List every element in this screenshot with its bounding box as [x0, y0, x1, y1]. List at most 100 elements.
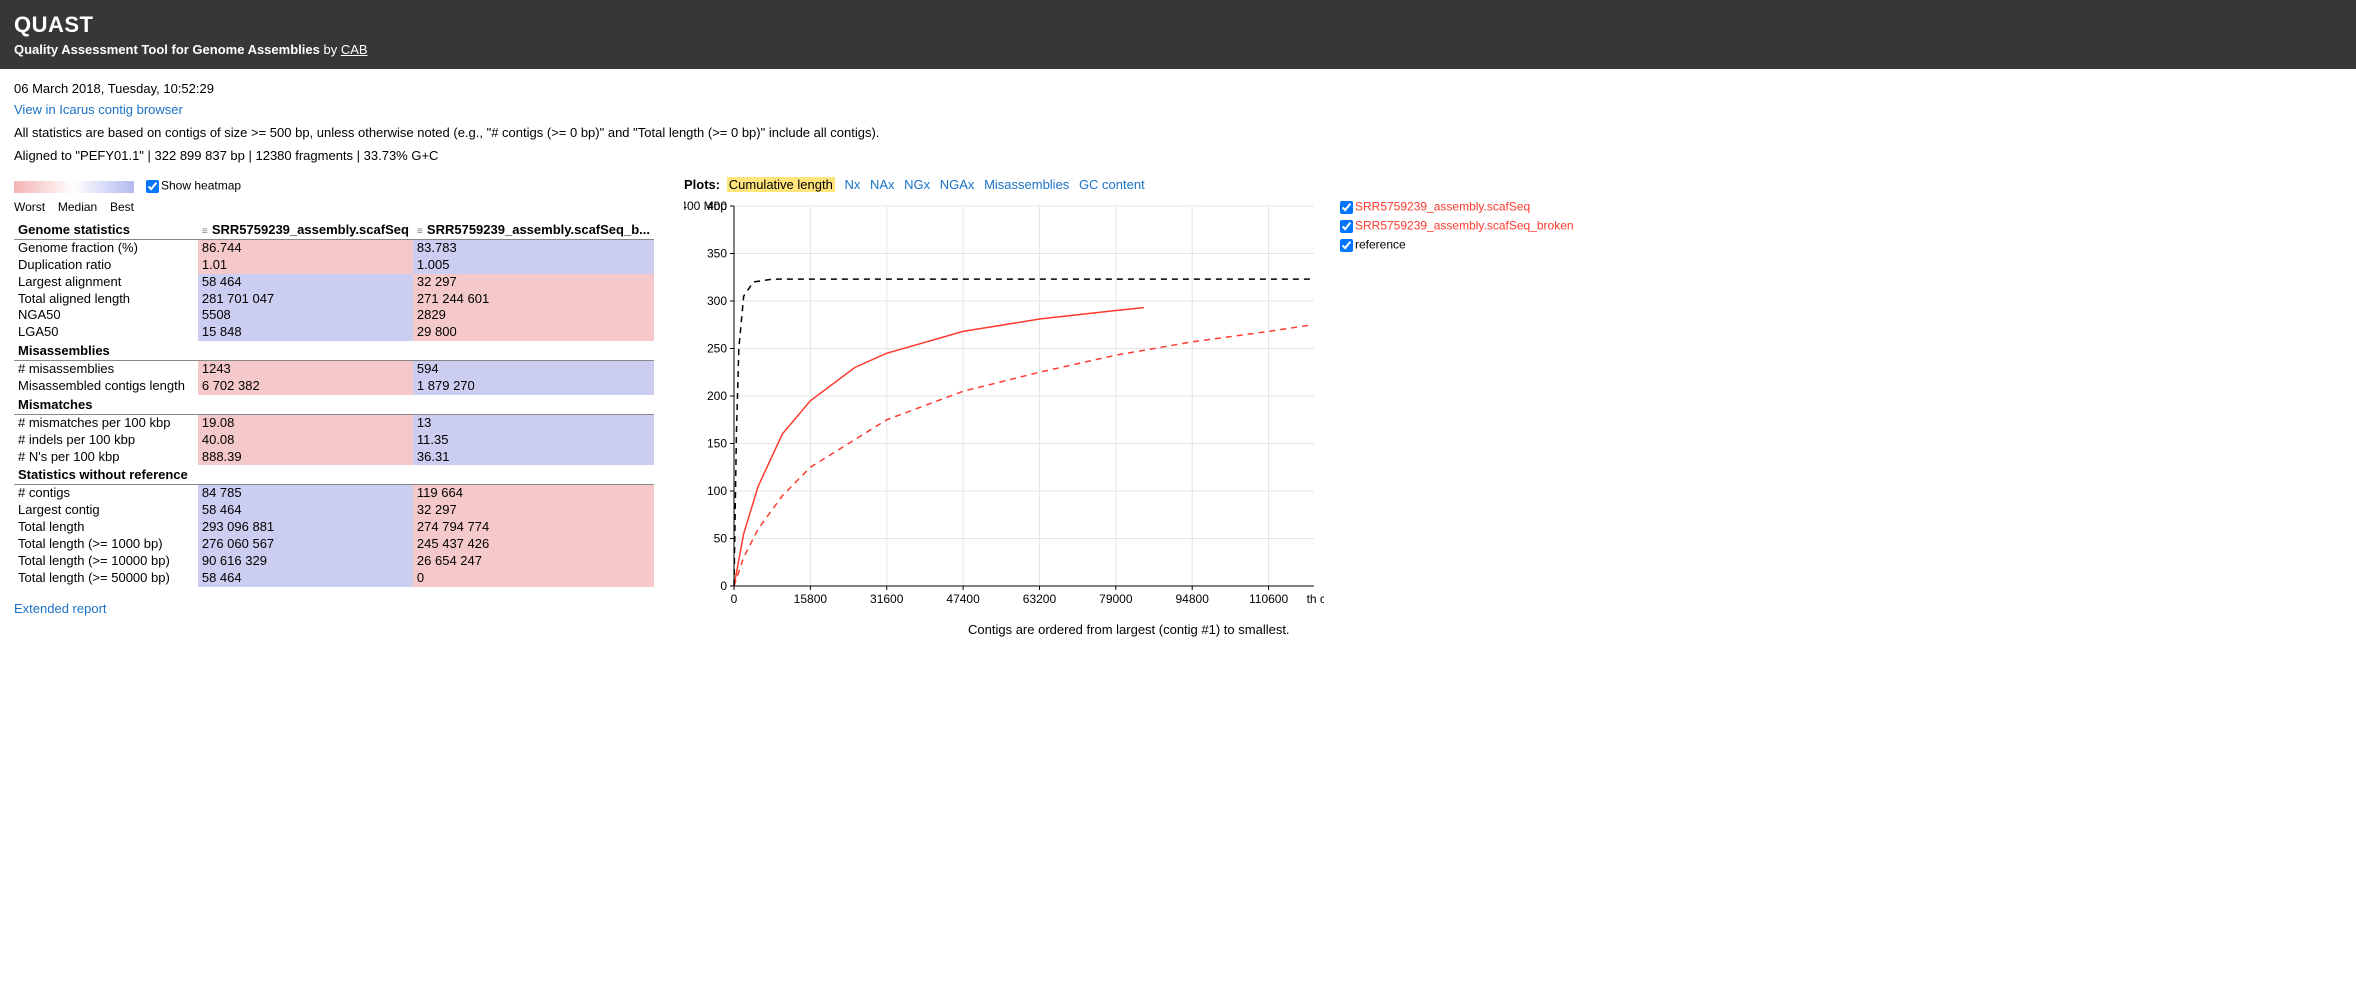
cell-v2: 32 297 — [413, 274, 654, 291]
tab-gc[interactable]: GC content — [1079, 177, 1145, 192]
table-row: # contigs84 785119 664 — [14, 485, 654, 502]
subtitle-main: Quality Assessment Tool for Genome Assem… — [14, 42, 320, 57]
show-heatmap-checkbox[interactable] — [146, 180, 159, 193]
cell-v2: 83.783 — [413, 239, 654, 256]
svg-text:200: 200 — [707, 389, 727, 403]
cell-v2: 1.005 — [413, 257, 654, 274]
cell-v2: 274 794 774 — [413, 519, 654, 536]
cell-v1: 1243 — [198, 361, 413, 378]
table-row: NGA5055082829 — [14, 307, 654, 324]
col-header-assembly-1-label: SRR5759239_assembly.scafSeq — [212, 222, 409, 237]
cell-v1: 15 848 — [198, 324, 413, 341]
tab-cumlen[interactable]: Cumulative length — [727, 177, 835, 192]
table-row: Total length (>= 50000 bp)58 4640 — [14, 570, 654, 587]
metric-label: Total length (>= 10000 bp) — [14, 553, 198, 570]
legend-series-b[interactable]: SRR5759239_assembly.scafSeq_broken — [1336, 217, 1574, 236]
table-row: Total length (>= 1000 bp)276 060 567245 … — [14, 536, 654, 553]
heatmap-legend-labels: Worst Median Best — [14, 200, 134, 214]
svg-text:100: 100 — [707, 484, 727, 498]
svg-text:0: 0 — [731, 592, 738, 606]
cell-v2: 26 654 247 — [413, 553, 654, 570]
section-header-noref: Statistics without reference — [14, 465, 654, 484]
legend-checkbox-a[interactable] — [1340, 201, 1353, 214]
svg-text:63200: 63200 — [1023, 592, 1057, 606]
metric-label: Duplication ratio — [14, 257, 198, 274]
cell-v2: 1 879 270 — [413, 378, 654, 395]
metric-label: # N's per 100 kbp — [14, 449, 198, 466]
extended-report-link[interactable]: Extended report — [14, 601, 107, 616]
col-header-assembly-1[interactable]: SRR5759239_assembly.scafSeq — [198, 222, 413, 239]
col-header-assembly-2[interactable]: SRR5759239_assembly.scafSeq_b... — [413, 222, 654, 239]
stats-table: Genome statistics SRR5759239_assembly.sc… — [14, 222, 654, 587]
icarus-link[interactable]: View in Icarus contig browser — [14, 102, 183, 117]
app-subtitle: Quality Assessment Tool for Genome Assem… — [14, 42, 2342, 57]
legend-checkbox-b[interactable] — [1340, 220, 1353, 233]
table-row: Total length293 096 881274 794 774 — [14, 519, 654, 536]
tab-nax[interactable]: NAx — [870, 177, 895, 192]
cell-v1: 888.39 — [198, 449, 413, 466]
cell-v1: 6 702 382 — [198, 378, 413, 395]
legend-series-a[interactable]: SRR5759239_assembly.scafSeq — [1336, 198, 1574, 217]
cell-v1: 5508 — [198, 307, 413, 324]
cell-v1: 1.01 — [198, 257, 413, 274]
svg-text:400 Mbp: 400 Mbp — [684, 199, 727, 213]
show-heatmap-label: Show heatmap — [161, 179, 241, 193]
metric-label: # mismatches per 100 kbp — [14, 414, 198, 431]
sort-icon[interactable] — [417, 222, 425, 230]
tab-ngax[interactable]: NGAx — [940, 177, 975, 192]
col-header-assembly-2-label: SRR5759239_assembly.scafSeq_b... — [427, 222, 650, 237]
section-header-mismatches: Mismatches — [14, 395, 654, 414]
cumulative-length-chart: 050100150200250300350400400 Mbp015800316… — [684, 196, 1324, 616]
svg-text:110600: 110600 — [1249, 592, 1288, 606]
legend-series-ref[interactable]: reference — [1336, 236, 1574, 255]
cell-v1: 281 701 047 — [198, 291, 413, 308]
heatmap-best-label: Best — [110, 200, 134, 214]
table-row: # N's per 100 kbp888.3936.31 — [14, 449, 654, 466]
svg-text:th contig: th contig — [1307, 592, 1324, 606]
stats-note: All statistics are based on contigs of s… — [14, 125, 2342, 140]
cell-v2: 29 800 — [413, 324, 654, 341]
cell-v2: 245 437 426 — [413, 536, 654, 553]
metric-label: Genome fraction (%) — [14, 239, 198, 256]
cell-v1: 86.744 — [198, 239, 413, 256]
cell-v1: 40.08 — [198, 432, 413, 449]
table-row: Largest contig58 46432 297 — [14, 502, 654, 519]
table-row: Misassembled contigs length6 702 3821 87… — [14, 378, 654, 395]
svg-text:350: 350 — [707, 247, 727, 261]
legend-checkbox-ref[interactable] — [1340, 239, 1353, 252]
aligned-info: Aligned to "PEFY01.1" | 322 899 837 bp |… — [14, 148, 2342, 163]
svg-text:250: 250 — [707, 342, 727, 356]
metric-label: Total aligned length — [14, 291, 198, 308]
plot-legend: SRR5759239_assembly.scafSeq SRR5759239_a… — [1336, 196, 1574, 255]
metric-label: NGA50 — [14, 307, 198, 324]
cell-v2: 11.35 — [413, 432, 654, 449]
svg-text:50: 50 — [714, 532, 728, 546]
sort-icon[interactable] — [202, 222, 210, 230]
tab-nx[interactable]: Nx — [844, 177, 860, 192]
app-title: QUAST — [14, 12, 2342, 38]
table-row: Total aligned length281 701 047271 244 6… — [14, 291, 654, 308]
plot-caption: Contigs are ordered from largest (contig… — [684, 622, 1574, 637]
cell-v1: 90 616 329 — [198, 553, 413, 570]
show-heatmap-toggle[interactable]: Show heatmap — [142, 177, 241, 196]
cell-v1: 84 785 — [198, 485, 413, 502]
table-row: LGA5015 84829 800 — [14, 324, 654, 341]
metric-label: # misassemblies — [14, 361, 198, 378]
plot-tabs-label: Plots: — [684, 177, 720, 192]
svg-text:79000: 79000 — [1099, 592, 1133, 606]
metric-label: LGA50 — [14, 324, 198, 341]
legend-label-ref: reference — [1355, 238, 1406, 252]
app-header: QUAST Quality Assessment Tool for Genome… — [0, 0, 2356, 69]
table-row: # misassemblies1243594 — [14, 361, 654, 378]
col-header-metric[interactable]: Genome statistics — [14, 222, 198, 239]
table-row: # indels per 100 kbp40.0811.35 — [14, 432, 654, 449]
subtitle-cab-link[interactable]: CAB — [341, 42, 368, 57]
heatmap-worst-label: Worst — [14, 200, 45, 214]
cell-v2: 0 — [413, 570, 654, 587]
tab-misassemblies[interactable]: Misassemblies — [984, 177, 1069, 192]
svg-text:31600: 31600 — [870, 592, 904, 606]
cell-v1: 19.08 — [198, 414, 413, 431]
svg-text:150: 150 — [707, 437, 727, 451]
metric-label: Largest contig — [14, 502, 198, 519]
tab-ngx[interactable]: NGx — [904, 177, 930, 192]
